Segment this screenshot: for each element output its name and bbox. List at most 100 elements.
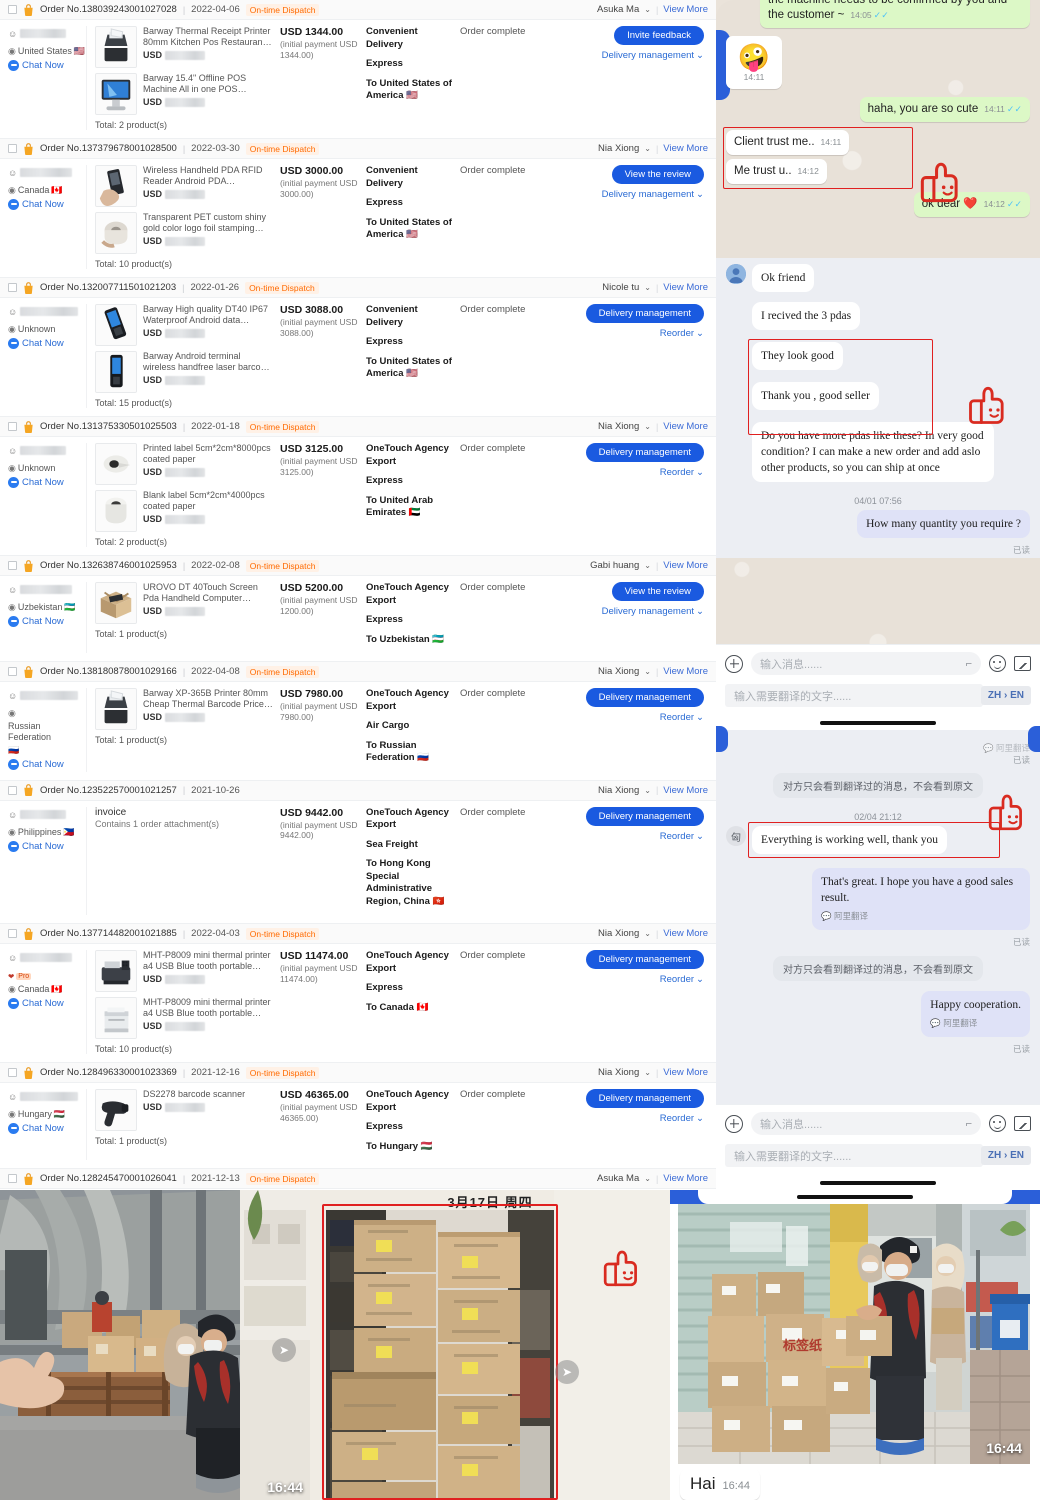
secondary-action-link[interactable]: Reorder ⌄ — [660, 831, 704, 842]
chevron-down-icon[interactable]: ⌄ — [644, 667, 651, 676]
forward-button[interactable]: ➤ — [555, 1360, 579, 1384]
product-thumbnail[interactable] — [95, 351, 137, 393]
product-thumbnail[interactable] — [95, 950, 137, 992]
chat-bubble-incoming[interactable]: Thank you , good seller — [752, 382, 879, 410]
secondary-action-link[interactable]: Reorder ⌄ — [660, 712, 704, 723]
order-checkbox[interactable] — [8, 283, 17, 292]
chat-bubble-incoming[interactable]: Hai 16:44 — [680, 1469, 761, 1500]
chat-bubble-incoming[interactable]: Everything is working well, thank you — [752, 826, 947, 854]
product-title[interactable]: MHT-P8009 mini thermal printer a4 USB Bl… — [143, 997, 274, 1019]
chat-bubble-incoming[interactable]: Client trust me.. 14:11 — [726, 130, 850, 155]
order-item[interactable]: Printed label 5cm*2cm*8000pcs coated pap… — [95, 443, 274, 485]
gallery-item-stacked-boxes[interactable]: 3月17日 周四 ➤ — [310, 1190, 670, 1500]
view-more-link[interactable]: View More — [663, 666, 708, 677]
order-item[interactable]: UROVO DT 40Touch Screen Pda Handheld Com… — [95, 582, 274, 624]
primary-action-button[interactable]: Delivery management — [585, 950, 704, 969]
secondary-action-link[interactable]: Delivery management ⌄ — [602, 606, 704, 617]
chat-bubble-incoming[interactable]: They look good — [752, 342, 843, 370]
chat-now-button[interactable]: Chat Now — [8, 998, 86, 1009]
seller-name[interactable]: Nia Xiong — [598, 666, 639, 677]
chat-bubble-incoming[interactable]: Me trust u.. 14:12 — [726, 159, 827, 184]
image-upload-icon[interactable] — [1014, 656, 1031, 671]
product-title[interactable]: Barway Android terminal wireless handfre… — [143, 351, 274, 373]
primary-action-button[interactable]: Delivery management — [585, 688, 704, 707]
add-attachment-icon[interactable] — [725, 654, 743, 673]
secondary-action-link[interactable]: Reorder ⌄ — [660, 1113, 704, 1124]
chat-bubble-incoming[interactable]: Do you have more pdas like these? In ver… — [752, 422, 994, 482]
order-item[interactable]: Blank label 5cm*2cm*4000pcs coated paper… — [95, 490, 274, 532]
chevron-down-icon[interactable]: ⌄ — [644, 1068, 651, 1077]
view-more-link[interactable]: View More — [663, 785, 708, 796]
translate-input-bottom[interactable]: 输入需要翻译的文字...... — [725, 1144, 983, 1167]
chat-bubble-outgoing[interactable]: How many quantity you require ? — [857, 510, 1030, 538]
product-title[interactable]: Barway 15.4" Offline POS Machine All in … — [143, 73, 274, 95]
gallery-item-truck-loading[interactable]: ➤ 16:44 — [0, 1190, 310, 1500]
seller-name[interactable]: Nicole tu — [602, 282, 639, 293]
secondary-action-link[interactable]: Delivery management ⌄ — [602, 189, 704, 200]
product-title[interactable]: DS2278 barcode scanner — [143, 1089, 274, 1100]
view-more-link[interactable]: View More — [663, 560, 708, 571]
chat-now-button[interactable]: Chat Now — [8, 840, 86, 852]
expand-icon[interactable]: ⌐ — [966, 658, 972, 670]
product-thumbnail[interactable] — [95, 490, 137, 532]
chat-now-button[interactable]: Chat Now — [8, 338, 86, 349]
order-item[interactable]: DS2278 barcode scanner USD — [95, 1089, 274, 1131]
product-title[interactable]: Barway XP-365B Printer 80mm Cheap Therma… — [143, 688, 274, 710]
order-item[interactable]: Barway XP-365B Printer 80mm Cheap Therma… — [95, 688, 274, 730]
chat-bubble-incoming[interactable]: Ok friend — [752, 264, 815, 292]
seller-name[interactable]: Nia Xiong — [598, 785, 639, 796]
product-title[interactable]: Barway High quality DT40 IP67 Waterproof… — [143, 304, 274, 326]
product-thumbnail[interactable] — [95, 212, 137, 254]
order-checkbox[interactable] — [8, 785, 17, 795]
chevron-down-icon[interactable]: ⌄ — [644, 1174, 651, 1183]
chat-bubble-outgoing[interactable]: the machine needs to be confirmed by you… — [760, 0, 1030, 28]
view-more-link[interactable]: View More — [663, 1067, 708, 1078]
order-checkbox[interactable] — [8, 667, 17, 676]
product-title[interactable]: Printed label 5cm*2cm*8000pcs coated pap… — [143, 443, 274, 465]
chat-now-button[interactable]: Chat Now — [8, 616, 86, 627]
order-item[interactable]: Barway Android terminal wireless handfre… — [95, 351, 274, 393]
order-item[interactable]: MHT-P8009 mini thermal printer a4 USB Bl… — [95, 997, 274, 1039]
chevron-down-icon[interactable]: ⌄ — [644, 422, 651, 431]
order-checkbox[interactable] — [8, 422, 17, 431]
order-checkbox[interactable] — [8, 1068, 17, 1077]
view-more-link[interactable]: View More — [663, 928, 708, 939]
primary-action-button[interactable]: Invite feedback — [614, 26, 704, 45]
seller-name[interactable]: Nia Xiong — [598, 928, 639, 939]
order-checkbox[interactable] — [8, 561, 17, 570]
view-more-link[interactable]: View More — [663, 421, 708, 432]
product-thumbnail[interactable] — [95, 26, 137, 68]
product-title[interactable]: Transparent PET custom shiny gold color … — [143, 212, 274, 234]
primary-action-button[interactable]: Delivery management — [585, 1089, 704, 1108]
product-thumbnail[interactable] — [95, 165, 137, 207]
language-toggle-top[interactable]: ZH › EN — [980, 686, 1031, 705]
primary-action-button[interactable]: Delivery management — [585, 443, 704, 462]
primary-action-button[interactable]: View the review — [611, 165, 704, 184]
product-thumbnail[interactable] — [95, 73, 137, 115]
chevron-down-icon[interactable]: ⌄ — [644, 929, 651, 938]
order-checkbox[interactable] — [8, 144, 17, 153]
chevron-down-icon[interactable]: ⌄ — [644, 786, 651, 795]
secondary-action-link[interactable]: Reorder ⌄ — [660, 974, 704, 985]
chat-bubble-sticker[interactable]: 🤪 14:11 — [726, 36, 782, 89]
product-title[interactable]: MHT-P8009 mini thermal printer a4 USB Bl… — [143, 950, 274, 972]
order-checkbox[interactable] — [8, 5, 17, 14]
expand-icon[interactable]: ⌐ — [966, 1118, 972, 1130]
chevron-down-icon[interactable]: ⌄ — [644, 5, 651, 14]
order-item[interactable]: MHT-P8009 mini thermal printer a4 USB Bl… — [95, 950, 274, 992]
primary-action-button[interactable]: View the review — [611, 582, 704, 601]
language-toggle-bottom[interactable]: ZH › EN — [980, 1146, 1031, 1165]
chat-bubble-outgoing[interactable]: haha, you are so cute 14:11 ✓✓ — [859, 97, 1030, 122]
product-thumbnail[interactable] — [95, 688, 137, 730]
view-more-link[interactable]: View More — [663, 282, 708, 293]
order-item[interactable]: Transparent PET custom shiny gold color … — [95, 212, 274, 254]
chevron-down-icon[interactable]: ⌄ — [644, 283, 651, 292]
seller-name[interactable]: Asuka Ma — [597, 4, 639, 15]
image-upload-icon[interactable] — [1014, 1116, 1031, 1131]
product-title[interactable]: Wireless Handheld PDA RFID Reader Androi… — [143, 165, 274, 187]
product-title[interactable]: UROVO DT 40Touch Screen Pda Handheld Com… — [143, 582, 274, 604]
product-thumbnail[interactable] — [95, 443, 137, 485]
primary-action-button[interactable]: Delivery management — [585, 304, 704, 323]
chat-bubble-incoming[interactable]: I recived the 3 pdas — [752, 302, 861, 330]
chat-now-button[interactable]: Chat Now — [8, 759, 86, 770]
